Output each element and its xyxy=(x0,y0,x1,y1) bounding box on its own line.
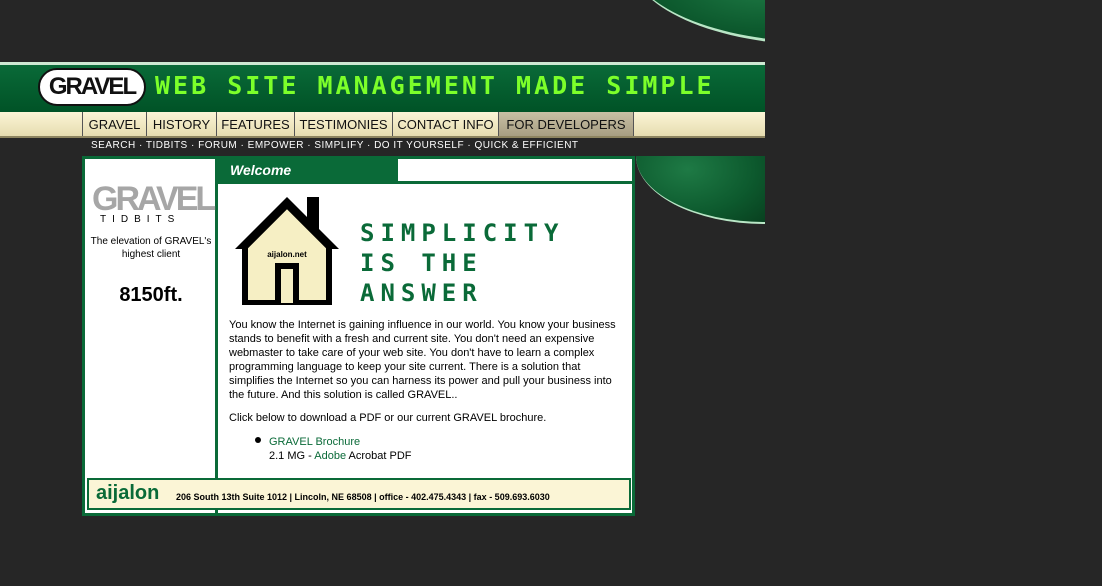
bullet-icon xyxy=(255,437,261,443)
swoosh-mask xyxy=(765,0,825,60)
slogan: WEB SITE MANAGEMENT MADE SIMPLE xyxy=(155,71,715,100)
sidebar-divider xyxy=(215,159,218,513)
nav-gravel[interactable]: GRAVEL xyxy=(82,112,146,136)
nav-features[interactable]: FEATURES xyxy=(216,112,294,136)
nav-for-developers[interactable]: FOR DEVELOPERS xyxy=(498,112,634,136)
brochure-link[interactable]: GRAVEL Brochure xyxy=(269,436,360,448)
house-label: aijalon.net xyxy=(267,250,307,259)
welcome-underline xyxy=(218,181,635,184)
logo-text: GRAVEL xyxy=(48,73,137,100)
size-suffix: Acrobat PDF xyxy=(346,450,412,462)
nav-contact-info[interactable]: CONTACT INFO xyxy=(392,112,498,136)
download-instructions: Click below to download a PDF or our cur… xyxy=(229,412,547,424)
welcome-tab-label: Welcome xyxy=(230,162,292,178)
footer-brand-logo[interactable]: aijalon xyxy=(96,482,159,505)
tidbits-label: TIDBITS xyxy=(100,214,181,225)
nav-testimonies[interactable]: TESTIMONIES xyxy=(294,112,392,136)
gravel-logo[interactable]: GRAVEL xyxy=(38,68,146,106)
file-size-line: 2.1 MG - Adobe Acrobat PDF xyxy=(269,450,411,462)
intro-paragraph: You know the Internet is gaining influen… xyxy=(229,319,616,401)
tidbit-fact-text: The elevation of GRAVEL's highest client xyxy=(90,236,212,260)
size-prefix: 2.1 MG - xyxy=(269,450,315,462)
adobe-link[interactable]: Adobe xyxy=(314,450,346,462)
decorative-swoosh-right xyxy=(636,156,765,224)
nav-history[interactable]: HISTORY xyxy=(146,112,216,136)
sub-nav-links[interactable]: SEARCH · TIDBITS · FORUM · EMPOWER · SIM… xyxy=(91,140,579,151)
footer-contact-info: 206 South 13th Suite 1012 | Lincoln, NE … xyxy=(176,492,550,502)
tidbit-fact-value: 8150ft. xyxy=(119,284,183,306)
headline: SIMPLICITY IS THE ANSWER xyxy=(360,219,565,307)
